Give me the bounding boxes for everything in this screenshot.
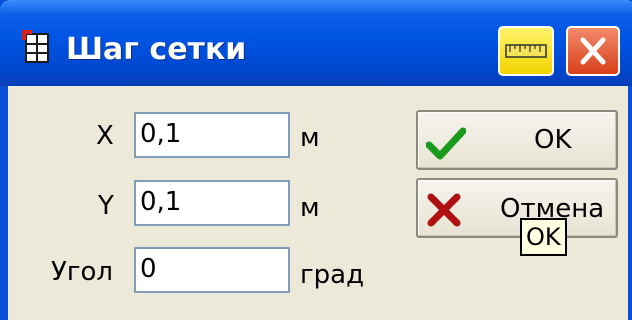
y-label: Y [98,191,114,221]
ruler-button[interactable] [498,26,554,76]
angle-input[interactable]: 0 [134,247,290,293]
ok-button[interactable]: OK [416,110,618,170]
window-title: Шаг сетки [66,32,247,67]
ruler-icon [505,44,547,58]
x-input[interactable]: 0,1 [134,112,290,158]
title-bar[interactable]: Шаг сетки [0,0,632,86]
grid-app-icon [22,30,50,64]
cross-icon [427,193,461,227]
close-button[interactable] [566,26,620,76]
y-input[interactable]: 0,1 [134,180,290,226]
angle-unit: град [300,260,365,290]
x-unit: м [300,123,320,153]
cancel-button[interactable]: Отмена [416,178,618,238]
angle-label: Угол [51,257,114,287]
ok-button-label: OK [534,125,572,155]
checkmark-icon [426,127,466,160]
tooltip: OK [520,218,567,256]
dialog-window: Шаг сетки X 0,1 м Y 0,1 м Угол 0 град OK… [0,0,632,320]
x-label: X [96,121,114,151]
close-icon [580,37,606,65]
y-unit: м [300,193,320,223]
